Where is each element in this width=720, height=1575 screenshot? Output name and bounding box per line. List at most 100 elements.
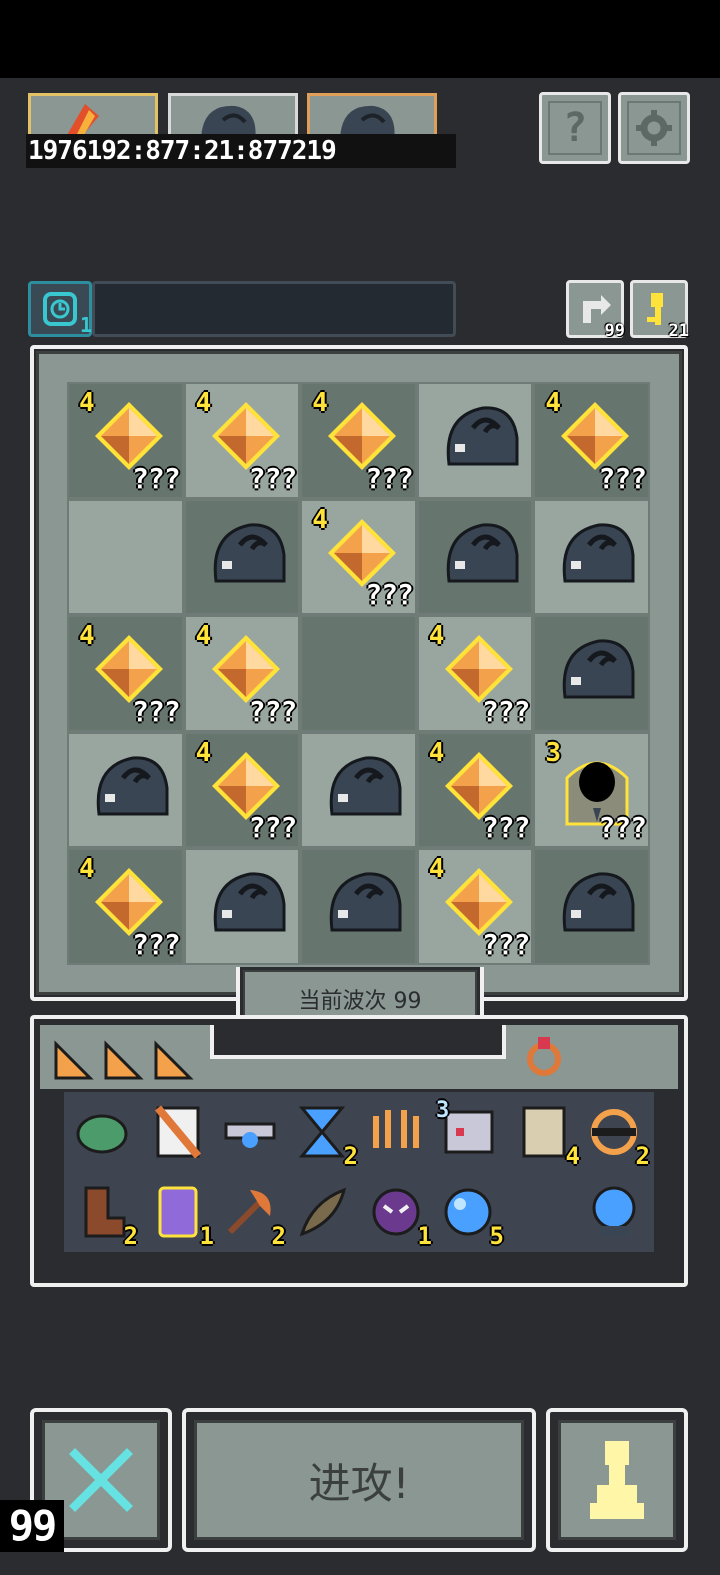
cell-unknown-label: ??? — [598, 811, 647, 845]
inventory-tab-gap — [210, 1025, 506, 1059]
inventory-item[interactable]: 4 — [514, 1102, 580, 1170]
board-cell-gem[interactable]: 4??? — [183, 382, 301, 499]
cell-unknown-label: ??? — [481, 927, 531, 961]
inventory-item[interactable]: 2 — [584, 1102, 650, 1170]
item-count: 1 — [199, 1222, 214, 1250]
board-cell-slime[interactable] — [533, 848, 650, 965]
inventory-item[interactable] — [584, 1182, 646, 1244]
reroll-button[interactable]: 99 — [566, 280, 625, 341]
cell-unknown-label: ??? — [248, 811, 298, 845]
key-button[interactable]: 21 — [630, 280, 689, 341]
gear-icon — [627, 101, 681, 155]
slime-icon — [329, 872, 402, 932]
cell-level: 4 — [312, 504, 328, 535]
board-cell-slime[interactable] — [416, 382, 534, 499]
hero-stats-text: 1976192:877:21:877219 — [26, 134, 456, 168]
board-cell-slime[interactable] — [533, 498, 650, 616]
cell-unknown-label: ??? — [248, 461, 298, 495]
slime-icon — [563, 523, 635, 583]
cell-level: 3 — [545, 737, 562, 768]
corner-counter: 99 — [0, 1500, 64, 1552]
inventory-item[interactable]: 2 — [220, 1182, 286, 1250]
cell-unknown-label: ??? — [365, 578, 414, 612]
board-cell-portal[interactable]: 3??? — [533, 731, 650, 849]
inventory-item[interactable]: 1 — [366, 1182, 432, 1250]
slime-icon — [96, 756, 169, 816]
board-cell-slime[interactable] — [300, 731, 417, 849]
cell-unknown-label: ??? — [132, 694, 181, 728]
inventory-item[interactable] — [366, 1102, 428, 1164]
inventory-item[interactable]: 2 — [292, 1102, 358, 1170]
cell-unknown-label: ??? — [365, 461, 414, 495]
settings-button[interactable] — [618, 92, 690, 164]
cell-level: 4 — [545, 388, 562, 418]
board-cell-gem[interactable]: 4??? — [67, 615, 184, 732]
slime-icon — [340, 105, 395, 137]
board-cell-empty[interactable] — [300, 615, 417, 732]
slime-icon — [213, 523, 286, 583]
cell-level: 4 — [79, 621, 95, 652]
hero-card-dark-2[interactable] — [307, 93, 437, 137]
board-cell-gem[interactable]: 4??? — [67, 382, 184, 499]
board-cell-gem[interactable]: 4??? — [416, 848, 534, 965]
key-count: 21 — [668, 321, 689, 341]
cell-unknown-label: ??? — [248, 694, 298, 728]
help-icon: ? — [548, 101, 602, 155]
item-count: 5 — [489, 1222, 504, 1250]
cell-level: 4 — [428, 854, 445, 885]
board-cell-slime[interactable] — [300, 848, 417, 965]
cheese-icon — [154, 1040, 194, 1080]
board-cell-slime[interactable] — [67, 731, 184, 849]
cheese-icon — [54, 1040, 94, 1080]
clock-icon — [43, 292, 77, 326]
hero-card-dark-1[interactable] — [168, 93, 298, 137]
slime-icon — [563, 639, 635, 699]
hero-stats-strip: 1976192:877:21:877219 — [26, 134, 456, 168]
inventory-item[interactable] — [148, 1102, 210, 1164]
cell-unknown-label: ??? — [132, 927, 181, 961]
cell-unknown-label: ??? — [481, 811, 531, 845]
inventory-item[interactable]: 3 — [436, 1098, 500, 1164]
status-bar — [0, 0, 720, 78]
help-button[interactable]: ? — [539, 92, 611, 164]
board-cell-gem[interactable]: 4??? — [183, 615, 301, 732]
slime-icon — [329, 756, 402, 816]
inventory-item[interactable] — [72, 1102, 134, 1164]
hero-card-red[interactable] — [28, 93, 158, 137]
inventory-item[interactable] — [292, 1182, 354, 1244]
board-cell-slime[interactable] — [183, 848, 301, 965]
slime-icon — [563, 872, 635, 932]
board-cell-gem[interactable]: 4??? — [533, 382, 650, 499]
cheese-icon — [104, 1040, 144, 1080]
wave-progress-bar — [92, 281, 456, 337]
hero-button[interactable] — [546, 1408, 688, 1552]
board-cell-gem[interactable]: 4??? — [300, 382, 417, 499]
slime-icon — [446, 406, 519, 466]
inventory-item[interactable]: 2 — [72, 1182, 138, 1250]
cell-level: 4 — [428, 737, 445, 768]
turtle-shell-icon — [76, 1114, 128, 1154]
item-count: 2 — [271, 1222, 286, 1250]
board-cell-empty[interactable] — [67, 498, 184, 616]
board-cell-gem[interactable]: 4??? — [416, 615, 534, 732]
board-cell-slime[interactable] — [183, 498, 301, 616]
board-cell-slime[interactable] — [533, 615, 650, 732]
ring-icon[interactable] — [524, 1033, 564, 1081]
board-cell-gem[interactable]: 4??? — [300, 498, 417, 616]
board-cell-gem[interactable]: 4??? — [183, 731, 301, 849]
board-cell-gem[interactable]: 4??? — [416, 731, 534, 849]
timer-count: 1 — [80, 313, 93, 337]
inventory-item[interactable]: 5 — [438, 1182, 504, 1250]
board-cell-gem[interactable]: 4??? — [67, 848, 184, 965]
crossed-swords-icon — [69, 1448, 133, 1512]
inventory-item[interactable]: 1 — [148, 1182, 214, 1250]
attack-button[interactable]: 进攻! — [182, 1408, 536, 1552]
inventory-item[interactable] — [220, 1102, 282, 1164]
inventory-grid: 2 3 4 2 2 1 2 1 5 — [64, 1092, 654, 1252]
board-cell-slime[interactable] — [416, 498, 534, 616]
torch-icon — [65, 104, 99, 137]
cell-level: 4 — [79, 854, 95, 885]
cell-level: 4 — [428, 621, 445, 652]
cell-unknown-label: ??? — [132, 461, 181, 495]
cell-unknown-label: ??? — [598, 461, 647, 495]
